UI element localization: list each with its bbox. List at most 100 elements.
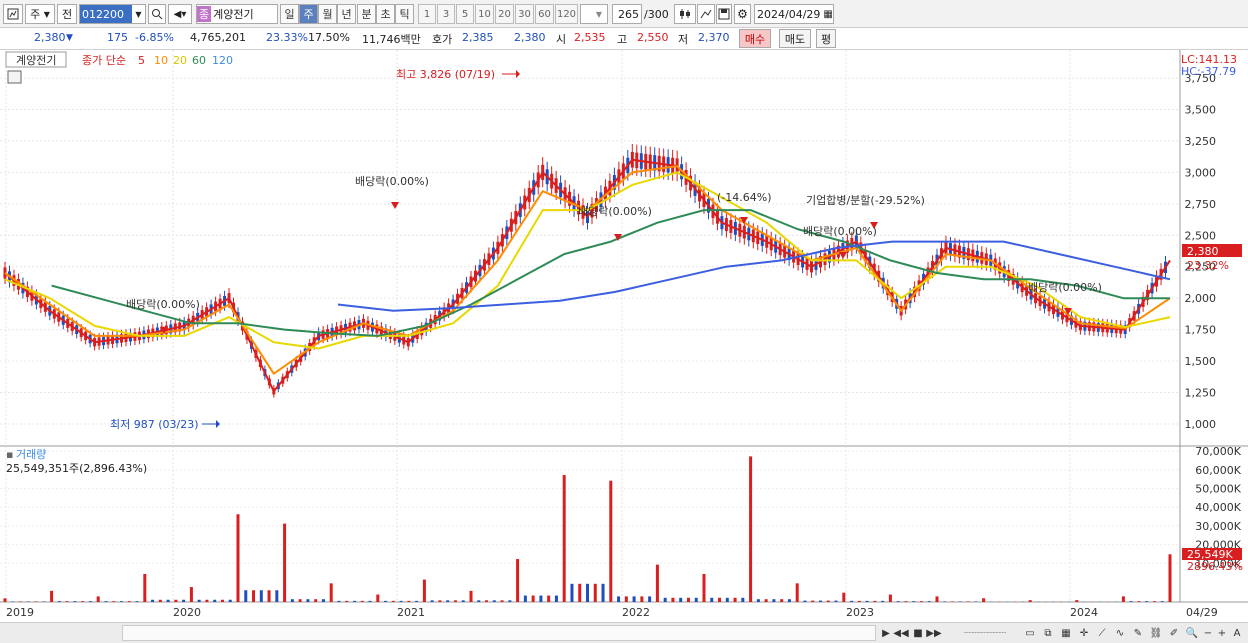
volume-bar xyxy=(3,598,7,602)
volume-bar xyxy=(57,601,61,602)
period-year-button[interactable]: 년 xyxy=(337,4,356,24)
grid-icon[interactable]: ▦ xyxy=(1058,625,1074,641)
count-input[interactable]: 265 xyxy=(612,4,642,24)
volume-bar xyxy=(539,595,543,602)
link-icon[interactable]: ⛓ xyxy=(1148,625,1164,641)
horizontal-scrollbar[interactable] xyxy=(122,625,876,641)
skip-back-icon[interactable]: ◀◀ xyxy=(893,625,909,641)
volume-bar xyxy=(236,514,240,602)
legend-ma60: 60 xyxy=(192,54,206,67)
annotation-drop: (-14.64%) xyxy=(717,191,772,204)
volume-bar xyxy=(205,599,209,602)
interval-60-button[interactable]: 60 xyxy=(535,4,554,24)
eraser-icon[interactable]: ✐ xyxy=(1166,625,1182,641)
volume-tick-label: 50,000K xyxy=(1195,483,1241,496)
line-tool-icon[interactable]: ⟋ xyxy=(1094,625,1110,641)
crosshair-icon[interactable]: ✛ xyxy=(1076,625,1092,641)
volume-bar xyxy=(927,601,931,602)
volume-bar xyxy=(803,600,807,602)
interval-20-button[interactable]: 20 xyxy=(495,4,514,24)
sell-button[interactable]: 매도 xyxy=(779,29,811,48)
interval-5-button[interactable]: 5 xyxy=(456,4,474,24)
volume-bar xyxy=(298,599,302,602)
pen-icon[interactable]: ✎ xyxy=(1130,625,1146,641)
price-tag-pct: 23.32% xyxy=(1187,259,1229,272)
chart-icon[interactable] xyxy=(3,4,23,24)
volume-bar xyxy=(500,600,504,602)
volume-bar xyxy=(391,600,395,602)
layout-icon[interactable]: ▭ xyxy=(1022,625,1038,641)
volume-bar xyxy=(321,599,325,602)
zoom-icon[interactable]: 🔍 xyxy=(1184,625,1200,641)
volume-bar xyxy=(702,574,706,602)
period-type-value: 주 xyxy=(30,8,41,21)
date-input[interactable]: 2024/04/29 ▦ xyxy=(754,4,834,24)
zoom-slider[interactable]: ┈┈┈┈┈┈┈ xyxy=(950,625,1020,641)
legend-ma120: 120 xyxy=(212,54,233,67)
drawing-tool-icon[interactable] xyxy=(697,4,715,24)
interval-10-button[interactable]: 10 xyxy=(475,4,494,24)
volume-bar xyxy=(733,597,737,602)
interval-120-button[interactable]: 120 xyxy=(555,4,578,24)
period-type-select[interactable]: 주 ▼ xyxy=(25,4,55,24)
volume-bar xyxy=(127,601,131,602)
font-size-icon[interactable]: A xyxy=(1229,625,1245,641)
search-icon[interactable] xyxy=(148,4,166,24)
volume-tag-pct: 2896.43% xyxy=(1187,560,1243,573)
legend-ma-label: 종가 단순 xyxy=(82,54,126,67)
volume-bar xyxy=(780,599,784,602)
zoom-in-icon[interactable]: + xyxy=(1214,625,1230,641)
annotation-high: 최고 3,826 (07/19) xyxy=(396,68,495,81)
volume-bar xyxy=(135,601,139,602)
gear-icon[interactable]: ⚙ xyxy=(734,4,751,24)
period-minute-button[interactable]: 분 xyxy=(357,4,376,24)
volume-bar xyxy=(718,597,722,602)
volume-tick-label: 70,000K xyxy=(1195,445,1241,458)
interval-dropdown[interactable]: ▼ xyxy=(580,4,608,24)
calendar-icon[interactable]: ▦ xyxy=(823,9,832,20)
skip-forward-icon[interactable]: ▶▶ xyxy=(926,625,942,641)
save-icon[interactable] xyxy=(716,4,732,24)
annotation-dividend-2: 배당락(0.00%) xyxy=(355,175,429,188)
copy-icon[interactable]: ⧉ xyxy=(1040,625,1056,641)
stop-icon[interactable]: ■ xyxy=(910,625,926,641)
chart-area[interactable]: 1,000 1,250 1,500 1,750 2,000 2,250 2,500 2,750… xyxy=(0,50,1248,622)
price-tick-label: 2,000 xyxy=(1185,292,1217,305)
table-icon[interactable] xyxy=(7,70,22,84)
volume-bar xyxy=(11,601,15,602)
volume-bar xyxy=(881,600,885,602)
buy-button[interactable]: 매수 xyxy=(739,29,771,48)
interval-3-button[interactable]: 3 xyxy=(437,4,455,24)
period-week-button[interactable]: 주 xyxy=(299,4,318,24)
annotation-dividend-3: 배당락(0.00%) xyxy=(578,205,652,218)
volume-bar xyxy=(593,583,597,602)
period-tick-button[interactable]: 틱 xyxy=(395,4,414,24)
volume-bar xyxy=(407,600,411,602)
sound-icon[interactable]: ◀▾ xyxy=(168,4,192,24)
scroll-right-icon[interactable]: ▶ xyxy=(878,625,894,641)
volume-bar xyxy=(896,601,900,602)
prefix-button[interactable]: 전 xyxy=(57,4,77,24)
avg-button[interactable]: 평 xyxy=(816,29,836,48)
volume-bar xyxy=(609,480,613,602)
interval-30-button[interactable]: 30 xyxy=(515,4,534,24)
period-second-button[interactable]: 초 xyxy=(376,4,395,24)
date-value: 2024/04/29 xyxy=(757,7,821,21)
volume-bar xyxy=(485,600,489,602)
period-day-button[interactable]: 일 xyxy=(280,4,299,24)
volume-bar xyxy=(26,601,30,602)
interval-1-button[interactable]: 1 xyxy=(418,4,436,24)
volume-bar xyxy=(174,599,178,602)
down-arrow-icon: ▼ xyxy=(66,33,73,43)
volume-bar xyxy=(197,599,201,602)
candle-icon[interactable] xyxy=(674,4,696,24)
volume-bar xyxy=(508,600,512,602)
x-axis-label: 2023 xyxy=(846,606,874,619)
volume-bar xyxy=(314,599,318,602)
price-chart[interactable]: 1,0001,2501,5001,7502,0002,2502,5002,750… xyxy=(0,50,1248,622)
volume-bar xyxy=(384,600,388,602)
wave-icon[interactable]: ∿ xyxy=(1112,625,1128,641)
code-dropdown-icon[interactable]: ▼ xyxy=(132,4,146,24)
low-label: 저 xyxy=(678,33,689,46)
period-month-button[interactable]: 월 xyxy=(318,4,337,24)
